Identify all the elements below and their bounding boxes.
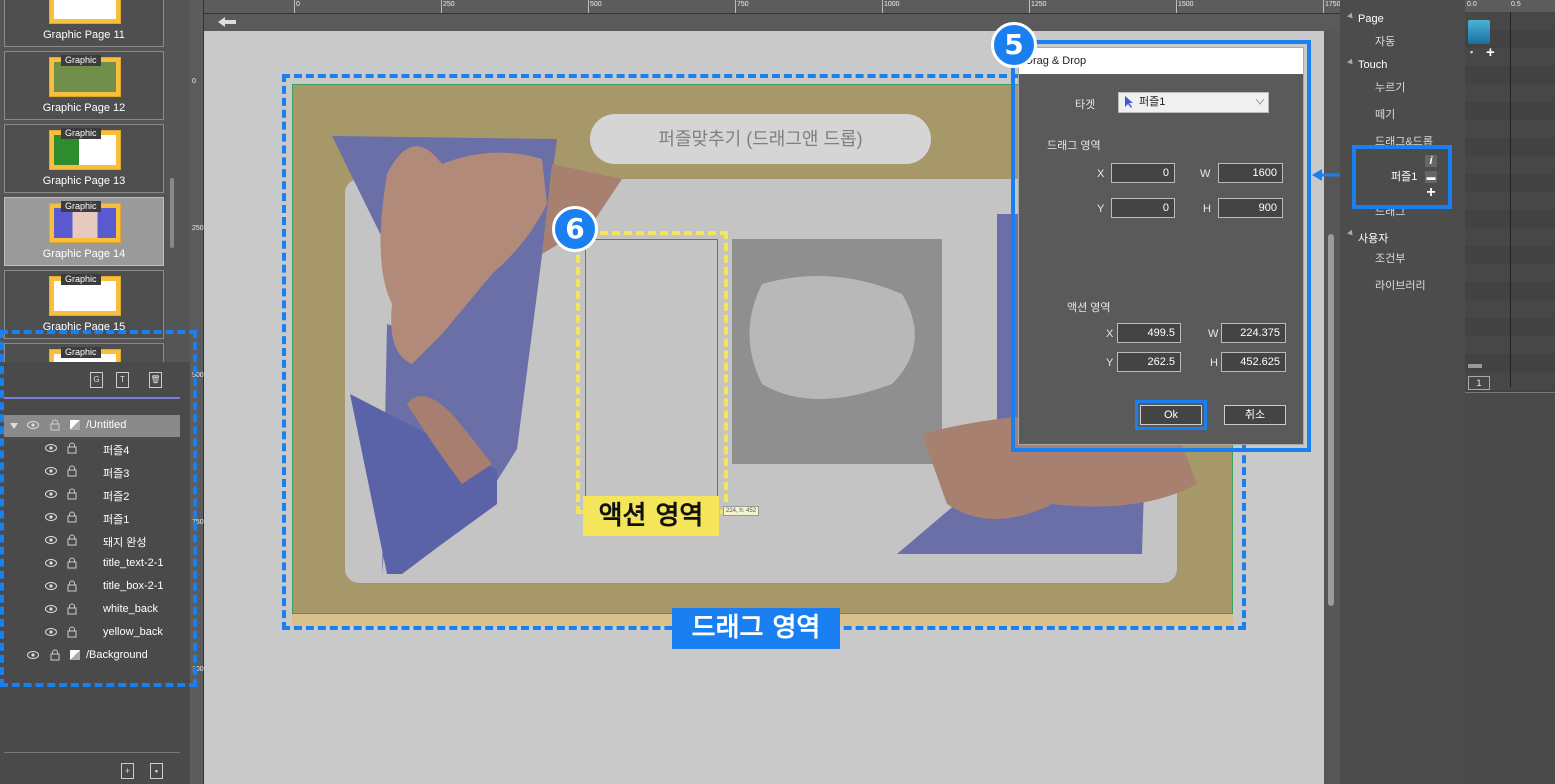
action-y-input[interactable]: 262.5 [1117,352,1181,372]
page-thumb-label: Graphic Page 12 [42,102,126,114]
ruler-label: 0 [296,1,300,8]
page-item-auto[interactable]: 자동 [1375,33,1395,49]
drag-x-input[interactable]: 0 [1111,163,1175,183]
add-icon[interactable]: + [1424,185,1438,201]
ruler-tick [588,0,589,13]
page-thumb-label: Graphic Page 13 [42,175,126,187]
ruler-tick [1176,0,1177,13]
page-thumb-15[interactable]: Graphic Graphic Page 15 [4,270,164,339]
dialog-title[interactable]: Drag & Drop [1019,48,1303,74]
action-x-label: X [1106,328,1114,340]
timeline-keyframe[interactable] [1468,20,1490,44]
target-value: 퍼즐1 [1139,96,1166,108]
action-w-input[interactable]: 224.375 [1221,323,1286,343]
layer-panel-highlight [0,330,197,687]
page-section-head[interactable]: Page [1358,13,1384,25]
ruler-tick [882,0,883,13]
drag-h-label: H [1203,203,1211,215]
drag-y-label: Y [1097,203,1105,215]
ruler-tick [1323,0,1324,13]
page-thumb-label: Graphic Page 11 [43,29,125,41]
page-thumb-tag: Graphic [61,201,101,212]
target-label: 타겟 [1075,99,1096,111]
puzzle1-action-item[interactable]: 퍼즐1 [1391,168,1417,184]
action-h-input[interactable]: 452.625 [1221,352,1286,372]
step-badge-5: 5 [991,22,1037,68]
drag-y-input[interactable]: 0 [1111,198,1175,218]
drag-w-input[interactable]: 1600 [1218,163,1283,183]
ok-button[interactable]: Ok [1140,405,1202,425]
page-thumb-tag: Graphic [61,55,101,66]
ruler-label: 1500 [1178,1,1194,8]
timeline-frame-number[interactable]: 1 [1468,376,1490,390]
delete-page-icon[interactable]: ▪ [150,763,163,779]
drag-h-input[interactable]: 900 [1218,198,1283,218]
add-page-icon[interactable]: + [121,763,134,779]
page-thumb-12[interactable]: Graphic Graphic Page 12 [4,51,164,120]
ruler-tick [1029,0,1030,13]
target-select[interactable]: 퍼즐1 [1118,92,1269,113]
bottom-divider [4,752,180,753]
ruler-tick [441,0,442,13]
page-thumb-11[interactable]: Graphic Page 11 [4,0,164,47]
action-x-input[interactable]: 499.5 [1117,323,1181,343]
chevron-down-icon [1256,99,1264,105]
page-thumb-14[interactable]: Graphic Graphic Page 14 [4,197,164,266]
ruler-label: 500 [590,1,602,8]
page-thumb-tag: Graphic [61,128,101,139]
action-area-section-label: 액션 영역 [1067,302,1111,314]
drag-area-section-label: 드래그 영역 [1047,140,1101,152]
canvas-vertical-scrollbar[interactable] [1328,234,1334,606]
timeline-bottom-area [1465,392,1555,784]
action-property-panel [1340,0,1465,784]
timeline-scroll-handle[interactable] [1468,364,1482,368]
action-y-label: Y [1106,357,1114,369]
ruler-label: 1000 [884,1,900,8]
ruler-label: 1250 [1031,1,1047,8]
timeline-ruler-label: 0.5 [1511,1,1521,8]
user-item-conditional[interactable]: 조건부 [1375,250,1405,266]
action-h-label: H [1210,357,1218,369]
horizontal-ruler: 0 250 500 750 1000 1250 1500 1750 [204,0,1341,14]
timeline-ruler-label: 0.0 [1467,1,1477,8]
timeline-trash-icon[interactable]: ▪ [1470,47,1480,57]
touch-item-release[interactable]: 떼기 [1375,106,1395,122]
ruler-tick [735,0,736,13]
page-thumb-label: Graphic Page 14 [42,248,126,260]
touch-item-press[interactable]: 누르기 [1375,79,1405,95]
touch-section-head[interactable]: Touch [1358,59,1387,71]
info-icon[interactable]: i [1425,155,1437,167]
drag-area-label: 드래그 영역 [672,608,840,649]
step-badge-6: 6 [552,206,598,252]
ruler-label: 750 [737,1,749,8]
user-section-head[interactable]: 사용자 [1358,230,1388,246]
page-thumb-image [49,0,121,24]
action-area-label: 액션 영역 [583,496,719,536]
ruler-label: 250 [443,1,455,8]
ruler-tick [294,0,295,13]
cancel-button[interactable]: 취소 [1224,405,1286,425]
action-w-label: W [1208,328,1219,340]
timeline-ruler: 0.0 0.5 [1465,0,1555,12]
canvas-toolbar [204,14,1340,31]
page-thumb-13[interactable]: Graphic Graphic Page 13 [4,124,164,193]
page-thumb-tag: Graphic [61,274,101,285]
user-item-library[interactable]: 라이브러리 [1375,277,1426,293]
ruler-label: 0 [192,78,196,85]
thumbnail-scrollbar[interactable] [170,178,174,248]
ruler-label: 1750 [1325,1,1341,8]
timeline-add-icon[interactable]: + [1486,44,1495,61]
page-thumbnail-panel: Graphic Page 11 Graphic Graphic Page 12 … [0,0,190,362]
cursor-icon [1125,96,1133,108]
timeline-playhead[interactable] [1510,12,1511,387]
trash-icon[interactable]: ▬ [1425,171,1437,183]
back-arrow-icon[interactable] [216,16,238,28]
ruler-label: 250 [192,225,204,232]
drag-x-label: X [1097,168,1105,180]
drag-w-label: W [1200,168,1211,180]
